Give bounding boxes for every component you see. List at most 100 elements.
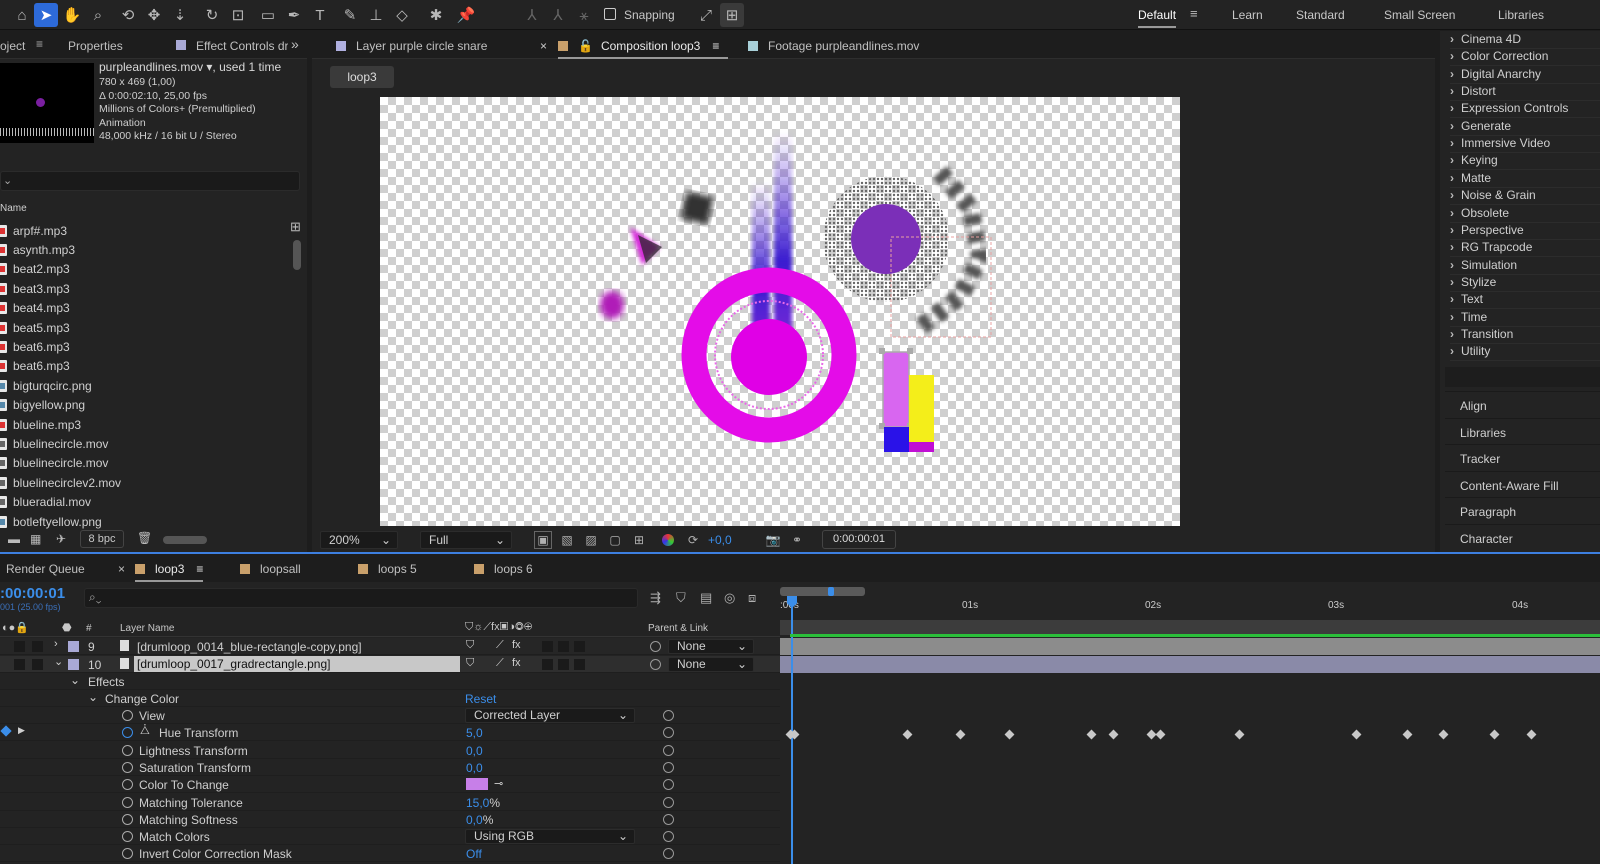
brush-tool-icon[interactable]: ✎ xyxy=(338,3,362,27)
project-file-item[interactable]: beat2.mp3 xyxy=(0,260,285,279)
project-file-item[interactable]: beat4.mp3 xyxy=(0,299,285,318)
hand-tool-icon[interactable]: ✋ xyxy=(60,3,84,27)
effect-category-item[interactable]: Color Correction xyxy=(1450,49,1600,67)
quality-switch-icon[interactable]: ⟋ xyxy=(496,657,504,670)
project-file-item[interactable]: botleftyellow.png xyxy=(0,512,285,531)
snapping-checkbox[interactable] xyxy=(604,8,616,20)
tab-loopsall[interactable]: loopsall xyxy=(240,562,301,576)
label-tag-icon[interactable]: ⬣ xyxy=(62,621,72,634)
layer-name-selected[interactable]: [drumloop_0017_gradrectangle.png] xyxy=(134,656,460,672)
eraser-tool-icon[interactable]: ◇ xyxy=(390,3,414,27)
trash-icon[interactable]: 🗑 xyxy=(137,531,152,545)
panel-menu-icon[interactable]: ≡ xyxy=(36,37,43,51)
effect-property-row[interactable]: ▶ ⧊ Hue Transform 5,0 xyxy=(0,724,780,742)
bit-depth-button[interactable]: 8 bpc xyxy=(80,530,124,548)
pickwhip-icon[interactable] xyxy=(650,659,661,670)
project-file-item[interactable]: bluelinecircle.mov xyxy=(0,434,285,453)
stopwatch-icon[interactable] xyxy=(122,727,133,739)
side-panel-align[interactable]: Align xyxy=(1445,391,1600,417)
effect-property-row[interactable]: Matching Tolerance 15,0% xyxy=(0,794,780,811)
comp-breadcrumb-button[interactable]: loop3 xyxy=(330,66,394,88)
puppet-pin-icon[interactable]: 📌 xyxy=(454,3,478,27)
stopwatch-icon[interactable] xyxy=(122,796,133,808)
lock-icon[interactable]: 🔓 xyxy=(578,39,593,53)
effect-category-item[interactable]: Distort xyxy=(1450,84,1600,102)
project-search-input[interactable]: ⌄ xyxy=(0,171,300,191)
parent-dropdown[interactable]: None ⌄ xyxy=(668,639,754,654)
workspace-libraries[interactable]: Libraries xyxy=(1498,8,1544,22)
show-snapshot-icon[interactable]: ⚭ xyxy=(788,531,806,549)
folder-icon[interactable]: ▬ xyxy=(8,532,20,546)
channels-icon[interactable] xyxy=(662,534,674,546)
effect-property-row[interactable]: Match Colors Using RGB ⌄ xyxy=(0,828,780,846)
layer-bar-10[interactable] xyxy=(780,656,1600,673)
fx-switch-icon[interactable]: fx xyxy=(512,639,521,651)
expression-pickwhip-icon[interactable] xyxy=(663,831,674,843)
parent-dropdown[interactable]: None ⌄ xyxy=(668,657,754,672)
side-panel-libraries[interactable]: Libraries xyxy=(1445,417,1600,444)
expression-pickwhip-icon[interactable] xyxy=(663,848,674,860)
work-area-bar[interactable] xyxy=(780,587,865,596)
axis-view-icon[interactable]: ⚹ xyxy=(572,3,596,27)
effect-property-row[interactable]: Lightness Transform 0,0 xyxy=(0,742,780,759)
project-file-item[interactable]: blueradial.mov xyxy=(0,493,285,512)
solo-toggle[interactable] xyxy=(32,641,43,652)
change-color-row[interactable]: ⌄ Change Color Reset xyxy=(0,690,780,707)
quality-switch-icon[interactable]: ⟋ xyxy=(496,639,504,652)
effect-category-item[interactable]: Digital Anarchy xyxy=(1450,67,1600,84)
motion-blur-switch[interactable] xyxy=(558,641,569,652)
pan-camera-icon[interactable]: ✥ xyxy=(142,3,166,27)
property-dropdown[interactable]: Corrected Layer ⌄ xyxy=(465,708,635,723)
property-value[interactable]: Off xyxy=(466,847,482,861)
project-file-item[interactable]: arpf#.mp3 xyxy=(0,221,285,240)
tab-loops5[interactable]: loops 5 xyxy=(358,562,417,576)
effect-category-item[interactable]: Transition xyxy=(1450,327,1600,344)
stopwatch-icon[interactable] xyxy=(122,848,133,860)
tab-composition-loop3[interactable]: 🔓 Composition loop3 ≡ xyxy=(558,39,728,59)
effect-category-item[interactable]: Perspective xyxy=(1450,223,1600,240)
expression-pickwhip-icon[interactable] xyxy=(663,710,674,721)
clone-stamp-icon[interactable]: ⊥ xyxy=(364,3,388,27)
tab-footage-viewer[interactable]: Footage purpleandlines.mov xyxy=(748,39,919,53)
color-swatch[interactable] xyxy=(466,778,488,791)
layer-row-10[interactable]: ⌄ 10 [drumloop_0017_gradrectangle.png] ⛉… xyxy=(0,656,780,673)
project-file-item[interactable]: blueline.mp3 xyxy=(0,415,285,434)
flowchart-icon[interactable]: ⊞ xyxy=(290,219,301,235)
side-panel-content-aware-fill[interactable]: Content-Aware Fill xyxy=(1445,470,1600,497)
side-panel-paragraph[interactable]: Paragraph xyxy=(1445,497,1600,523)
tab-properties[interactable]: Properties xyxy=(68,39,123,53)
tab-project[interactable]: oject xyxy=(0,39,25,53)
project-file-item[interactable]: bluelinecircle.mov xyxy=(0,454,285,473)
effect-property-row[interactable]: Saturation Transform 0,0 xyxy=(0,759,780,776)
project-file-item[interactable]: beat6.mp3 xyxy=(0,357,285,376)
adjustment-switch[interactable] xyxy=(574,659,585,670)
expression-pickwhip-icon[interactable] xyxy=(663,761,674,773)
project-file-item[interactable]: beat5.mp3 xyxy=(0,318,285,337)
selection-tool-icon[interactable]: ➤ xyxy=(34,3,58,27)
layer-name[interactable]: [drumloop_0014_blue-rectangle-copy.png] xyxy=(137,640,362,654)
composition-canvas[interactable] xyxy=(380,97,1180,526)
side-panel-tracker[interactable]: Tracker xyxy=(1445,444,1600,470)
effect-category-item[interactable]: Stylize xyxy=(1450,275,1600,292)
video-toggle[interactable] xyxy=(14,659,25,670)
eyedropper-icon[interactable]: ⊸ xyxy=(494,777,503,790)
effect-property-row[interactable]: Matching Softness 0,0% xyxy=(0,811,780,828)
shy-switch-icon[interactable]: ⛉ xyxy=(466,657,474,670)
shy-switch-icon[interactable]: ⛉ xyxy=(466,639,474,652)
keyframe-nav-icon[interactable] xyxy=(0,725,12,737)
stopwatch-icon[interactable] xyxy=(122,744,133,756)
frame-blending-icon[interactable]: ▤ xyxy=(700,590,712,606)
snap-to-target-icon[interactable]: ⊞ xyxy=(720,3,744,27)
property-dropdown[interactable]: Using RGB ⌄ xyxy=(465,829,635,845)
timeline-ruler[interactable]: :00s 01s 02s 03s 04s xyxy=(780,584,1600,620)
expression-pickwhip-icon[interactable] xyxy=(663,744,674,756)
expression-pickwhip-icon[interactable] xyxy=(663,727,674,739)
project-file-item[interactable]: bigturqcirc.png xyxy=(0,376,285,395)
effect-category-item[interactable]: RG Trapcode xyxy=(1450,240,1600,258)
adjustment-switch[interactable] xyxy=(574,641,585,652)
zoom-dropdown[interactable]: 200% ⌄ xyxy=(320,531,398,549)
thumbnail-size-slider[interactable] xyxy=(163,536,207,544)
current-time-display[interactable]: :00:00:01 xyxy=(0,585,65,602)
pan-behind-icon[interactable]: ⊡ xyxy=(226,3,250,27)
home-icon[interactable]: ⌂ xyxy=(10,3,34,27)
